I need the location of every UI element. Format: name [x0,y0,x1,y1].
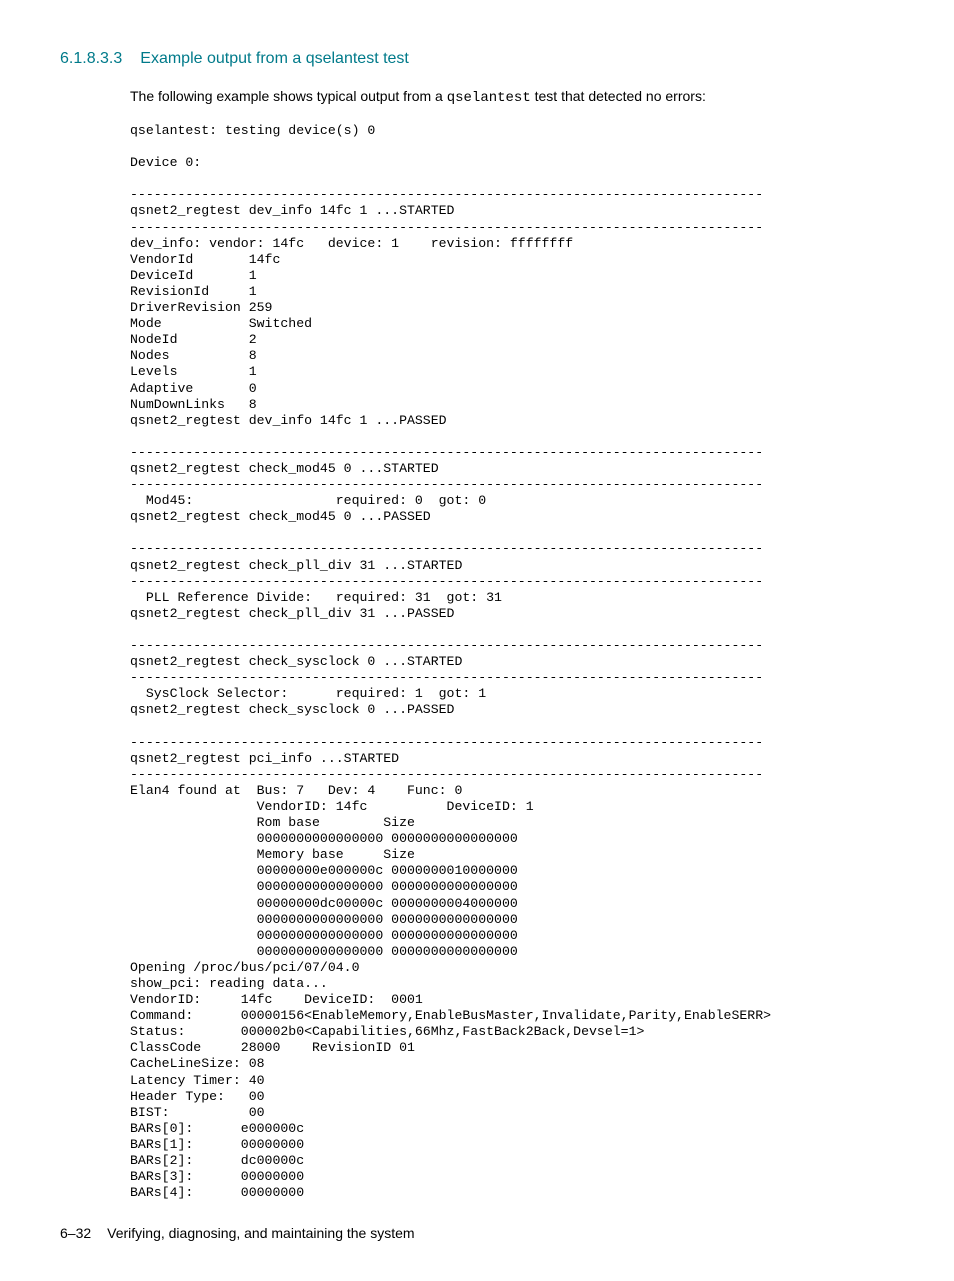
section-title: Example output from a qselantest test [140,50,409,67]
page-number: 6–32 [60,1225,91,1241]
section-number: 6.1.8.3.3 [60,50,122,67]
page-footer: 6–32 Verifying, diagnosing, and maintaini… [60,1225,894,1241]
intro-paragraph: The following example shows typical outp… [130,86,894,109]
code-output: qselantest: testing device(s) 0 Device 0… [130,123,894,1201]
section-heading: 6.1.8.3.3 Example output from a qselantes… [60,50,894,68]
footer-label: Verifying, diagnosing, and maintaining t… [107,1225,414,1241]
intro-suffix: test that detected no errors: [531,88,706,104]
intro-command: qselantest [447,90,531,106]
intro-prefix: The following example shows typical outp… [130,88,447,104]
